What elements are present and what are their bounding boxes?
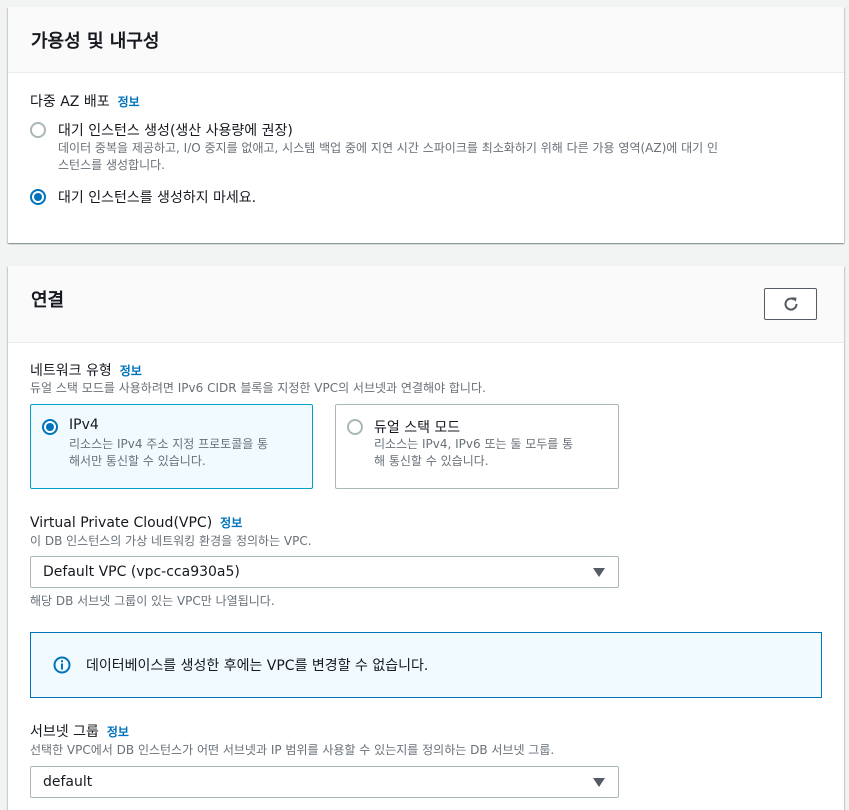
radio-dual-stack[interactable]: [347, 419, 363, 435]
vpc-description: 이 DB 인스턴스의 가상 네트워킹 환경을 정의하는 VPC.: [30, 534, 312, 548]
tile-ipv4-description: 리소스는 IPv4 주소 지정 프로토콜을 통 해서만 통신할 수 있습니다.: [69, 436, 309, 470]
tile-ipv4[interactable]: IPv4 리소스는 IPv4 주소 지정 프로토콜을 통 해서만 통신할 수 있…: [30, 404, 313, 489]
vpc-field-label: Virtual Private Cloud(VPC) 정보: [30, 512, 242, 531]
network-type-label: 네트워크 유형: [30, 363, 112, 379]
tile-dual-stack-desc-line1: 리소스는 IPv4, IPv6 또는 둘 모두를 통: [374, 437, 574, 451]
tile-dual-stack-desc-line2: 해 통신할 수 있습니다.: [374, 454, 489, 468]
refresh-icon: [784, 297, 798, 311]
tile-ipv4-desc-line1: 리소스는 IPv4 주소 지정 프로토콜을 통: [69, 437, 269, 451]
alert-text: 데이터베이스를 생성한 후에는 VPC를 변경할 수 없습니다.: [86, 658, 429, 674]
tile-dual-stack-title: 듀얼 스택 모드: [374, 420, 461, 436]
multi-az-label: 다중 AZ 배포: [30, 94, 110, 110]
radio-create-standby-desc-line1: 데이터 중복을 제공하고, I/O 중지를 없애고, 시스템 백업 중에 지연 …: [58, 141, 719, 155]
availability-panel-title: 가용성 및 내구성: [31, 31, 160, 52]
connectivity-panel-title: 연결: [31, 290, 65, 311]
multi-az-info-link[interactable]: 정보: [118, 95, 140, 109]
subnet-group-field-label: 서브넷 그룹 정보: [30, 721, 129, 741]
radio-no-standby-label: 대기 인스턴스를 생성하지 마세요.: [58, 190, 257, 206]
caret-down-icon: [593, 568, 605, 577]
subnet-group-description: 선택한 VPC에서 DB 인스턴스가 어떤 서브넷과 IP 범위를 사용할 수 …: [30, 743, 555, 757]
subnet-group-label: 서브넷 그룹: [30, 724, 99, 740]
availability-panel-header: 가용성 및 내구성: [8, 7, 844, 73]
network-type-description: 듀얼 스택 모드를 사용하려면 IPv6 CIDR 블록을 지정한 VPC의 서…: [30, 381, 486, 395]
radio-create-standby-label: 대기 인스턴스 생성(생산 사용량에 권장): [58, 123, 293, 139]
radio-create-standby[interactable]: [30, 122, 46, 138]
radio-ipv4[interactable]: [42, 419, 58, 435]
radio-no-standby[interactable]: [30, 189, 46, 205]
subnet-group-select[interactable]: default: [30, 766, 619, 798]
tile-ipv4-title: IPv4: [69, 417, 99, 433]
vpc-label: Virtual Private Cloud(VPC): [30, 515, 213, 531]
vpc-info-alert: 데이터베이스를 생성한 후에는 VPC를 변경할 수 없습니다.: [30, 632, 822, 698]
connectivity-panel-header: 연결: [8, 266, 844, 343]
network-type-field-label: 네트워크 유형 정보: [30, 360, 142, 380]
vpc-info-link[interactable]: 정보: [220, 516, 242, 530]
availability-panel: 가용성 및 내구성 다중 AZ 배포 정보 대기 인스턴스 생성(생산 사용량에 …: [8, 7, 844, 243]
info-circle-icon: [53, 656, 71, 674]
multi-az-field-label: 다중 AZ 배포 정보: [30, 91, 140, 111]
tile-dual-stack-description: 리소스는 IPv4, IPv6 또는 둘 모두를 통 해 통신할 수 있습니다.: [374, 436, 614, 470]
tile-ipv4-desc-line2: 해서만 통신할 수 있습니다.: [69, 454, 206, 468]
vpc-select[interactable]: Default VPC (vpc-cca930a5): [30, 556, 619, 588]
vpc-hint: 해당 DB 서브넷 그룹이 있는 VPC만 나열됩니다.: [30, 594, 275, 608]
network-type-info-link[interactable]: 정보: [120, 364, 142, 378]
radio-option-no-standby[interactable]: 대기 인스턴스를 생성하지 마세요.: [30, 187, 830, 207]
subnet-group-select-value: default: [43, 774, 93, 790]
vpc-select-value: Default VPC (vpc-cca930a5): [43, 564, 240, 580]
radio-create-standby-desc-line2: 스턴스를 생성합니다.: [58, 158, 165, 172]
refresh-button[interactable]: [764, 288, 817, 320]
connectivity-panel: 연결 네트워크 유형 정보 듀얼 스택 모드를 사용하려면 IPv6 CIDR 블…: [8, 266, 844, 810]
subnet-group-info-link[interactable]: 정보: [107, 725, 129, 739]
caret-down-icon: [593, 778, 605, 787]
tile-dual-stack[interactable]: 듀얼 스택 모드 리소스는 IPv4, IPv6 또는 둘 모두를 통 해 통신…: [335, 404, 619, 489]
